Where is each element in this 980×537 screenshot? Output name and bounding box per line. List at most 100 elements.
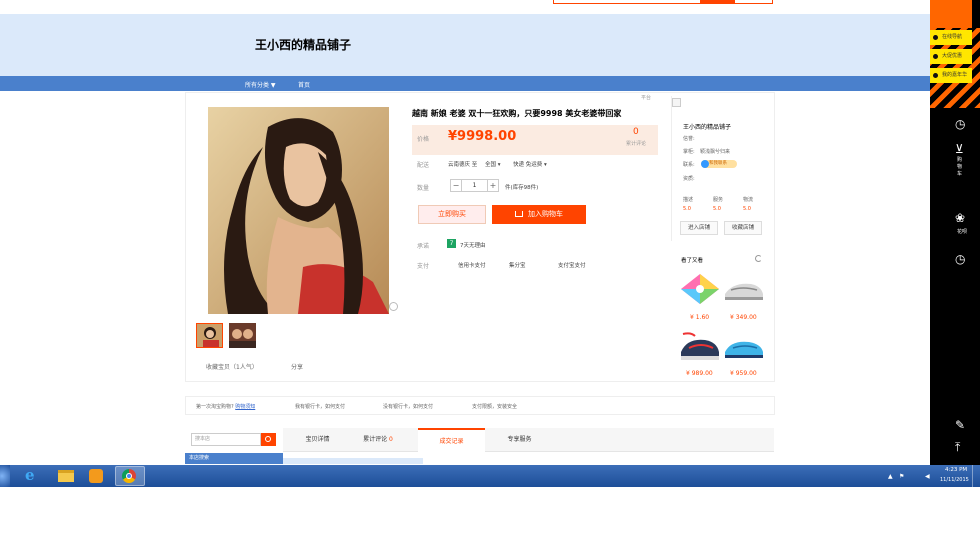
rating-value-service: 5.0 — [713, 206, 721, 212]
seen-item-4-price: ¥ 959.00 — [730, 370, 757, 377]
sidebar-cart-label[interactable]: 购物车 — [957, 157, 965, 178]
seen-item-2-price: ¥ 349.00 — [730, 314, 757, 321]
zoom-icon[interactable] — [389, 302, 398, 311]
tab-item-details[interactable]: 宝贝详情 — [290, 428, 345, 452]
favorite-shop-button[interactable]: 收藏店铺 — [724, 221, 762, 235]
first-time-text: 第一次淘宝购物? — [196, 404, 234, 410]
tab-reviews-label: 累计评论 — [363, 436, 388, 443]
internet-explorer-icon[interactable]: e — [25, 466, 35, 484]
tray-expand-icon[interactable]: ▲ — [888, 473, 893, 480]
shop-nav-bar — [0, 76, 930, 91]
search-input[interactable] — [553, 0, 773, 4]
show-desktop-button[interactable] — [972, 465, 980, 487]
tag-icon — [933, 54, 938, 59]
payment-alipay[interactable]: 支付宝支付 — [558, 261, 586, 269]
search-button[interactable] — [700, 0, 735, 4]
quantity-decrease-button[interactable]: − — [450, 179, 462, 192]
price-label: 价格 — [417, 136, 430, 143]
product-main-image[interactable] — [208, 107, 389, 314]
cart-icon-sidebar[interactable]: ⊻ — [955, 142, 964, 156]
quantity-input[interactable]: 1 — [462, 179, 487, 192]
sidebar-huabei-label[interactable]: 花呗 — [957, 229, 971, 236]
history-icon[interactable]: ◷ — [955, 117, 965, 131]
promise-label: 承诺 — [417, 243, 430, 250]
delivery-fee-select[interactable]: 快递 免运费 ▾ — [513, 160, 547, 168]
review-count-label: 累计评论 — [626, 141, 647, 147]
seen-item-2-image[interactable] — [723, 278, 765, 312]
toolbar-promo-block[interactable] — [930, 0, 972, 28]
rating-value-description: 5.0 — [683, 206, 691, 212]
notice-strip — [283, 458, 423, 464]
shop-banner — [0, 14, 930, 76]
shop-panel-name[interactable]: 王小西的精品铺子 — [683, 122, 731, 131]
action-center-icon[interactable]: ⚑ — [899, 473, 904, 480]
thumbnail-1[interactable] — [196, 323, 223, 348]
shop-credit-label: 信誉: — [683, 136, 695, 142]
delivery-from: 云南德庆 至 — [448, 162, 478, 168]
tip-no-bank-card[interactable]: 没有银行卡，如何支付 — [383, 403, 433, 410]
gift-icon — [933, 73, 938, 78]
first-time-shopping: 第一次淘宝购物? 购物须知 — [196, 403, 255, 410]
refresh-icon[interactable] — [755, 255, 762, 262]
shop-seller-label: 掌柜: — [683, 149, 695, 155]
product-title: 越南 新娘 老婆 双十一狂欢购，只要9998 美女老婆带回家 — [412, 109, 622, 118]
search-icon — [265, 436, 271, 442]
location-icon — [933, 35, 938, 40]
shopping-guide-link[interactable]: 购物须知 — [235, 404, 255, 410]
shop-logo-image — [672, 98, 681, 107]
volume-icon[interactable]: ◀ — [925, 473, 930, 480]
seen-item-3-image[interactable] — [679, 330, 721, 364]
delivery-label: 配送 — [417, 162, 430, 169]
add-to-cart-button[interactable]: 加入购物车 — [492, 205, 586, 224]
seen-item-1-price: ¥ 1.60 — [690, 314, 710, 321]
shop-info-panel — [671, 96, 774, 241]
payment-credit-card[interactable]: 信用卡支付 — [458, 261, 486, 269]
clock-time[interactable]: 4:23 PM — [945, 467, 967, 473]
tab-reviews-count: 0 — [389, 436, 393, 443]
seen-item-4-image[interactable] — [723, 334, 765, 368]
quantity-increase-button[interactable]: + — [487, 179, 499, 192]
favorite-item-link[interactable]: 收藏宝贝（1人气） — [206, 362, 258, 371]
seen-item-3-price: ¥ 989.00 — [686, 370, 713, 377]
start-button[interactable] — [0, 465, 10, 487]
history-clock-icon[interactable]: ◷ — [955, 252, 965, 266]
cart-icon — [515, 211, 523, 217]
buy-now-button[interactable]: 立即购买 — [418, 205, 486, 224]
share-link[interactable]: 分享 — [291, 362, 303, 371]
tip-payment-limit[interactable]: 支付限额，安装安全 — [472, 403, 517, 410]
payment-jifenbao[interactable]: 集分宝 — [509, 261, 526, 269]
thumbnail-2[interactable] — [229, 323, 256, 348]
seven-day-return-text[interactable]: 7天无理由 — [460, 241, 486, 249]
clock-date[interactable]: 11/11/2015 — [940, 477, 969, 483]
file-explorer-icon[interactable] — [58, 470, 74, 482]
shop-search-input[interactable]: 搜本店 — [191, 433, 261, 446]
tab-reviews[interactable]: 累计评论 0 — [352, 428, 404, 452]
tip-bank-card[interactable]: 我有银行卡，如何支付 — [295, 403, 345, 410]
back-to-top-icon[interactable]: ⤒ — [955, 440, 960, 455]
edit-icon[interactable]: ✎ — [955, 418, 965, 432]
media-player-icon[interactable] — [89, 469, 103, 483]
rating-label-logistics: 物流 — [743, 197, 754, 203]
payment-label: 支付 — [417, 263, 430, 270]
shop-search-header: 本店搜索 — [185, 453, 283, 464]
nav-all-categories[interactable]: 所有分类 ▼ — [245, 80, 276, 89]
quantity-label: 数量 — [417, 185, 430, 192]
enter-shop-button[interactable]: 进入店铺 — [680, 221, 718, 235]
shop-name[interactable]: 王小西的精品铺子 — [255, 36, 351, 53]
flower-icon[interactable]: ❀ — [955, 211, 965, 225]
top-search-strip — [0, 0, 930, 14]
stock-info: 件(库存98件) — [505, 185, 539, 191]
nav-home[interactable]: 首页 — [298, 80, 310, 89]
wangwang-icon — [701, 160, 709, 168]
delivery-destination-select[interactable]: 全国 ▾ — [485, 160, 501, 168]
review-count: 0 — [633, 127, 639, 137]
seven-day-return-icon: 7 — [447, 239, 456, 248]
shop-qualification-label: 资质: — [683, 176, 695, 182]
platform-label: 平台 — [641, 95, 652, 101]
rating-label-description: 描述 — [683, 197, 694, 203]
browser-page: 王小西的精品铺子 所有分类 ▼ 首页 收藏宝贝（1人气） 分享 越南 新娘 老婆… — [0, 0, 980, 537]
seen-item-1-image[interactable] — [679, 272, 721, 306]
tab-exclusive-service[interactable]: 专享服务 — [492, 428, 547, 452]
shop-seller-name[interactable]: 颖浅飘兮归来 — [700, 148, 730, 155]
tab-transactions[interactable]: 成交记录 — [418, 428, 485, 452]
